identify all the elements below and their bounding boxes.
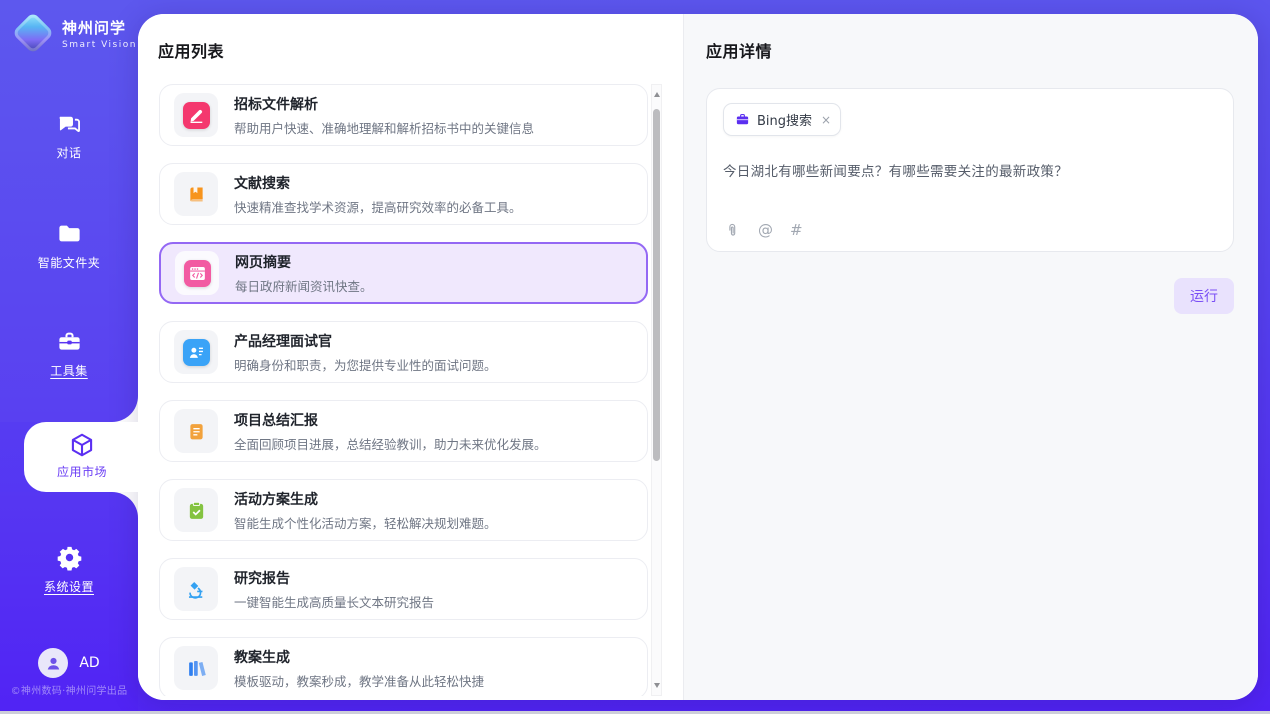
app-card-desc: 模板驱动，教案秒成，教学准备从此轻松快捷 xyxy=(234,671,484,690)
app-detail-panel: 应用详情 Bing搜索 × 今日湖北有哪些新闻要点？有哪些需要关注的最新政策？ … xyxy=(683,14,1258,700)
logo-title: 神州问学 xyxy=(62,17,137,38)
user-icon xyxy=(44,654,63,673)
app-detail-title: 应用详情 xyxy=(706,38,1234,62)
app-card-item[interactable]: 产品经理面试官 明确身份和职责，为您提供专业性的面试问题。 xyxy=(159,321,648,383)
app-card-title: 活动方案生成 xyxy=(234,489,497,509)
app-card-title: 项目总结汇报 xyxy=(234,410,547,430)
app-card-item[interactable]: 招标文件解析 帮助用户快速、准确地理解和解析招标书中的关键信息 xyxy=(159,84,648,146)
browser-icon xyxy=(184,260,211,287)
app-card-desc: 每日政府新闻资讯快查。 xyxy=(235,276,373,295)
scrollbar[interactable] xyxy=(651,84,662,696)
run-button[interactable]: 运行 xyxy=(1174,278,1234,314)
app-list-panel: 应用列表 招标文件解析 帮助用户快速、准确地理解和解析招标书中的关键信息 文献搜… xyxy=(138,14,683,700)
app-list: 招标文件解析 帮助用户快速、准确地理解和解析招标书中的关键信息 文献搜索 快速精… xyxy=(159,84,648,696)
user-account[interactable]: AD xyxy=(0,648,138,678)
doc-edit-icon xyxy=(183,102,210,129)
hash-icon[interactable]: # xyxy=(790,221,803,239)
tool-chip-label: Bing搜索 xyxy=(757,110,812,129)
logo-subtitle: Smart Vision xyxy=(62,40,137,50)
main-content: 应用列表 招标文件解析 帮助用户快速、准确地理解和解析招标书中的关键信息 文献搜… xyxy=(138,14,1258,700)
app-card-item[interactable]: 文献搜索 快速精准查找学术资源，提高研究效率的必备工具。 xyxy=(159,163,648,225)
tool-chip-bing-search[interactable]: Bing搜索 × xyxy=(723,103,841,136)
sidebar-item-toolset[interactable]: 工具集 xyxy=(0,328,138,379)
at-icon[interactable]: @ xyxy=(758,221,773,239)
query-text[interactable]: 今日湖北有哪些新闻要点？有哪些需要关注的最新政策？ xyxy=(723,160,1217,180)
sidebar-item-app-market[interactable]: 应用市场 xyxy=(24,422,140,492)
app-card-item[interactable]: 教案生成 模板驱动，教案秒成，教学准备从此轻松快捷 xyxy=(159,637,648,696)
app-card-title: 产品经理面试官 xyxy=(234,331,497,351)
app-card-desc: 快速精准查找学术资源，提高研究效率的必备工具。 xyxy=(234,197,522,216)
report-note-icon xyxy=(183,418,210,445)
app-card-item[interactable]: 活动方案生成 智能生成个性化活动方案，轻松解决规划难题。 xyxy=(159,479,648,541)
gear-icon xyxy=(56,544,83,571)
app-card-desc: 帮助用户快速、准确地理解和解析招标书中的关键信息 xyxy=(234,118,534,137)
cube-icon xyxy=(68,431,96,459)
attachment-toolbar: @ # xyxy=(724,221,803,239)
app-card-item[interactable]: 项目总结汇报 全面回顾项目进展，总结经验教训，助力未来优化发展。 xyxy=(159,400,648,462)
app-card-desc: 一键智能生成高质量长文本研究报告 xyxy=(234,592,434,611)
clipboard-check-icon xyxy=(183,497,210,524)
app-card-title: 教案生成 xyxy=(234,647,484,667)
app-logo: 神州问学 Smart Vision xyxy=(14,14,138,52)
app-card-title: 招标文件解析 xyxy=(234,94,534,114)
chip-close-icon[interactable]: × xyxy=(821,113,831,127)
app-card-title: 研究报告 xyxy=(234,568,434,588)
sidebar-item-smart-folders[interactable]: 智能文件夹 xyxy=(0,220,138,271)
interview-icon xyxy=(183,339,210,366)
sidebar-item-system-settings[interactable]: 系统设置 xyxy=(0,544,138,595)
copyright-footer: ©神州数码·神州问学出品 xyxy=(0,682,138,697)
scroll-down-icon[interactable] xyxy=(654,683,660,688)
folder-icon xyxy=(56,220,83,247)
microscope-icon xyxy=(183,576,210,603)
book-icon xyxy=(183,181,210,208)
app-card-title: 网页摘要 xyxy=(235,252,373,272)
app-card-title: 文献搜索 xyxy=(234,173,522,193)
app-list-title: 应用列表 xyxy=(158,38,224,62)
sidebar-item-chat[interactable]: 对话 xyxy=(0,110,138,161)
chat-icon xyxy=(56,110,83,137)
scroll-up-icon[interactable] xyxy=(654,92,660,97)
paperclip-icon[interactable] xyxy=(724,222,741,239)
briefcase-icon xyxy=(735,112,750,127)
app-card-item[interactable]: 研究报告 一键智能生成高质量长文本研究报告 xyxy=(159,558,648,620)
prompt-card[interactable]: Bing搜索 × 今日湖北有哪些新闻要点？有哪些需要关注的最新政策？ @ # xyxy=(706,88,1234,252)
app-card-desc: 智能生成个性化活动方案，轻松解决规划难题。 xyxy=(234,513,497,532)
app-card-selected[interactable]: 网页摘要 每日政府新闻资讯快查。 xyxy=(159,242,648,304)
app-card-desc: 全面回顾项目进展，总结经验教训，助力未来优化发展。 xyxy=(234,434,547,453)
avatar xyxy=(38,648,68,678)
user-name: AD xyxy=(79,655,99,671)
sidebar-background-lower xyxy=(0,492,138,714)
books-icon xyxy=(183,655,210,682)
app-card-desc: 明确身份和职责，为您提供专业性的面试问题。 xyxy=(234,355,497,374)
toolbox-icon xyxy=(56,328,83,355)
logo-diamond-icon xyxy=(12,12,54,54)
scrollbar-thumb[interactable] xyxy=(653,109,660,461)
